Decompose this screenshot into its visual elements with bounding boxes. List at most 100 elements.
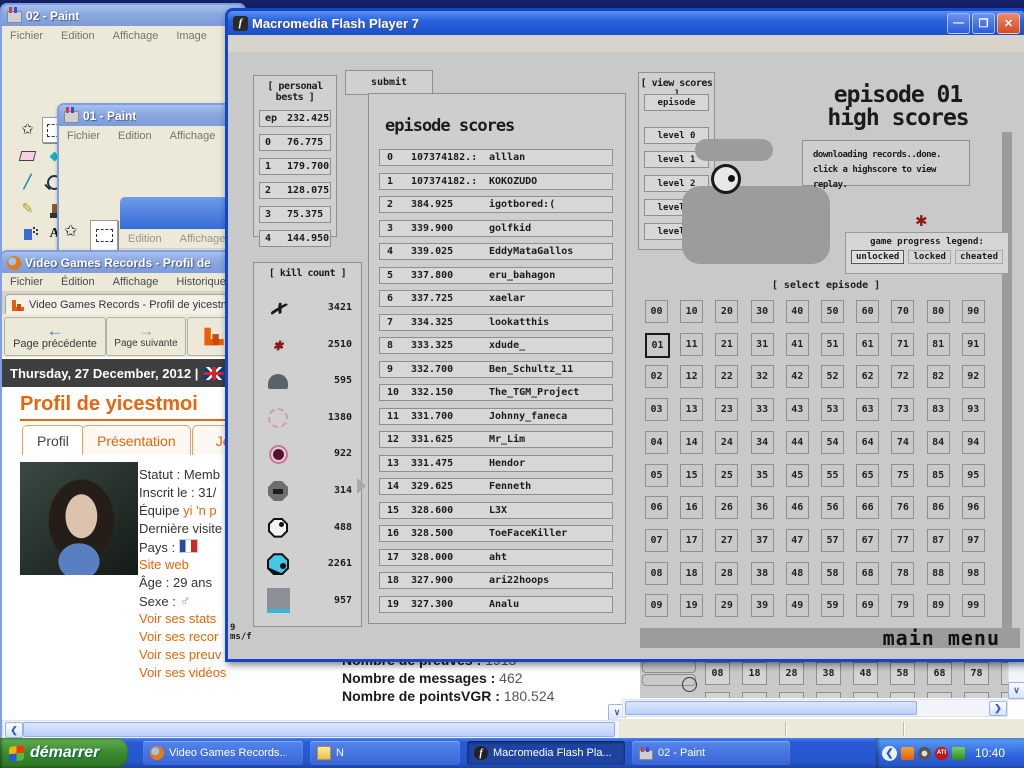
episode-button-39[interactable]: 39 bbox=[751, 594, 774, 617]
episode-button-77[interactable]: 77 bbox=[891, 529, 914, 552]
minimize-button[interactable]: — bbox=[947, 13, 970, 34]
personal-best-row[interactable]: 4144.950 bbox=[259, 230, 331, 247]
freeform-select-icon[interactable]: ✩ bbox=[64, 221, 77, 241]
episode-button-60[interactable]: 60 bbox=[856, 300, 879, 323]
menu-item-edition[interactable]: Edition bbox=[61, 30, 95, 42]
episode-button-12[interactable]: 12 bbox=[680, 365, 703, 388]
episode-button-76[interactable]: 76 bbox=[891, 496, 914, 519]
episode-button-45[interactable]: 45 bbox=[786, 464, 809, 487]
uk-flag-icon[interactable] bbox=[204, 367, 224, 380]
score-row[interactable]: 13331.475Hendor bbox=[379, 455, 613, 472]
episode-button-63[interactable]: 63 bbox=[856, 398, 879, 421]
episode-button-50[interactable]: 50 bbox=[821, 300, 844, 323]
menu-item-fichier[interactable]: Fichier bbox=[67, 130, 100, 142]
episode-button-62[interactable]: 62 bbox=[856, 365, 879, 388]
episode-button-31[interactable]: 31 bbox=[751, 333, 774, 356]
episode-button-47[interactable]: 47 bbox=[786, 529, 809, 552]
score-row[interactable]: 7334.325lookatthis bbox=[379, 314, 613, 331]
episode-button-69[interactable]: 69 bbox=[856, 594, 879, 617]
score-row[interactable]: 15328.600L3X bbox=[379, 502, 613, 519]
score-row[interactable]: 12331.625Mr_Lim bbox=[379, 431, 613, 448]
menu-item-image[interactable]: Image bbox=[176, 30, 207, 42]
episode-button-00[interactable]: 00 bbox=[645, 300, 668, 323]
episode-button-53[interactable]: 53 bbox=[821, 398, 844, 421]
menu-item-historique[interactable]: Historique bbox=[176, 276, 226, 288]
episode-button-05[interactable]: 05 bbox=[645, 464, 668, 487]
tray-green-icon[interactable] bbox=[952, 747, 965, 760]
back-button[interactable]: ← Page précédente bbox=[4, 317, 106, 356]
taskbar-item-4[interactable]: 02 - Paint bbox=[632, 741, 790, 765]
embedded-episode-08[interactable]: 08 bbox=[705, 662, 730, 685]
episode-button-75[interactable]: 75 bbox=[891, 464, 914, 487]
episode-button-79[interactable]: 79 bbox=[891, 594, 914, 617]
episode-button-90[interactable]: 90 bbox=[962, 300, 985, 323]
episode-button-11[interactable]: 11 bbox=[680, 333, 703, 356]
episode-button-83[interactable]: 83 bbox=[927, 398, 950, 421]
personal-best-row[interactable]: 2128.075 bbox=[259, 182, 331, 199]
episode-button-73[interactable]: 73 bbox=[891, 398, 914, 421]
profile-link[interactable]: Voir ses recor bbox=[139, 629, 218, 644]
episode-button-07[interactable]: 07 bbox=[645, 529, 668, 552]
score-row[interactable]: 0107374182.:alllan bbox=[379, 149, 613, 166]
taskbar-item-1[interactable]: Video Games Records... bbox=[143, 741, 303, 765]
episode-button-61[interactable]: 61 bbox=[856, 333, 879, 356]
episode-button-56[interactable]: 56 bbox=[821, 496, 844, 519]
profile-link[interactable]: Voir ses preuv bbox=[139, 647, 221, 662]
episode-button-08[interactable]: 08 bbox=[645, 562, 668, 585]
forward-button[interactable]: → Page suivante bbox=[106, 317, 186, 356]
episode-button-13[interactable]: 13 bbox=[680, 398, 703, 421]
episode-button-94[interactable]: 94 bbox=[962, 431, 985, 454]
episode-button-32[interactable]: 32 bbox=[751, 365, 774, 388]
episode-button-65[interactable]: 65 bbox=[856, 464, 879, 487]
pencil-icon[interactable]: ✎ bbox=[15, 196, 40, 220]
embedded-episode-78[interactable]: 78 bbox=[964, 662, 989, 685]
personal-best-row[interactable]: 375.375 bbox=[259, 206, 331, 223]
score-row[interactable]: 3339.900golfkid bbox=[379, 220, 613, 237]
episode-button-64[interactable]: 64 bbox=[856, 431, 879, 454]
episode-button-41[interactable]: 41 bbox=[786, 333, 809, 356]
episode-button-74[interactable]: 74 bbox=[891, 431, 914, 454]
eraser-icon[interactable] bbox=[15, 144, 40, 168]
episode-button-67[interactable]: 67 bbox=[856, 529, 879, 552]
tray-chevron-icon[interactable]: ❮ bbox=[882, 746, 897, 761]
score-row[interactable]: 8333.325xdude_ bbox=[379, 337, 613, 354]
freeform-select-icon[interactable]: ✩ bbox=[15, 117, 40, 141]
episode-button-91[interactable]: 91 bbox=[962, 333, 985, 356]
main-menu-button[interactable]: main menu bbox=[883, 626, 1000, 650]
menu-item-affichage[interactable]: Affichage bbox=[170, 130, 216, 142]
menu-item-fichier[interactable]: Fichier bbox=[10, 30, 43, 42]
episode-button-99[interactable]: 99 bbox=[962, 594, 985, 617]
episode-button-51[interactable]: 51 bbox=[821, 333, 844, 356]
menu-item-edition[interactable]: Edition bbox=[128, 233, 162, 245]
episode-button-14[interactable]: 14 bbox=[680, 431, 703, 454]
episode-button-93[interactable]: 93 bbox=[962, 398, 985, 421]
profile-tab-2[interactable]: Présentation bbox=[82, 425, 191, 455]
episode-button-24[interactable]: 24 bbox=[715, 431, 738, 454]
menu-item-dition[interactable]: Édition bbox=[61, 276, 95, 288]
episode-button-17[interactable]: 17 bbox=[680, 529, 703, 552]
episode-button-42[interactable]: 42 bbox=[786, 365, 809, 388]
episode-button-66[interactable]: 66 bbox=[856, 496, 879, 519]
episode-button-30[interactable]: 30 bbox=[751, 300, 774, 323]
episode-button-92[interactable]: 92 bbox=[962, 365, 985, 388]
embedded-episode-88[interactable]: 88 bbox=[1001, 662, 1008, 685]
paint02-titlebar[interactable]: 02 - Paint bbox=[2, 5, 244, 26]
score-row[interactable]: 2384.925igotbored:( bbox=[379, 196, 613, 213]
episode-button-37[interactable]: 37 bbox=[751, 529, 774, 552]
episode-button-18[interactable]: 18 bbox=[680, 562, 703, 585]
episode-button-23[interactable]: 23 bbox=[715, 398, 738, 421]
episode-button-01[interactable]: 01 bbox=[645, 333, 670, 358]
embedded-episode-38[interactable]: 38 bbox=[816, 662, 841, 685]
score-row[interactable]: 14329.625Fenneth bbox=[379, 478, 613, 495]
personal-best-row[interactable]: 076.775 bbox=[259, 134, 331, 151]
tray-flash-icon[interactable] bbox=[901, 747, 914, 760]
episode-button-70[interactable]: 70 bbox=[891, 300, 914, 323]
menu-item-affichage[interactable]: Affichage bbox=[180, 233, 226, 245]
page-hscrollbar[interactable]: ❮ bbox=[2, 720, 620, 739]
score-row[interactable]: 19327.300Analu bbox=[379, 596, 613, 613]
episode-button-86[interactable]: 86 bbox=[927, 496, 950, 519]
maximize-button[interactable]: ❒ bbox=[972, 13, 995, 34]
taskbar-item-3[interactable]: fMacromedia Flash Pla... bbox=[467, 741, 625, 765]
hscroll-thumb[interactable] bbox=[23, 722, 615, 737]
personal-best-row[interactable]: 1179.700 bbox=[259, 158, 331, 175]
